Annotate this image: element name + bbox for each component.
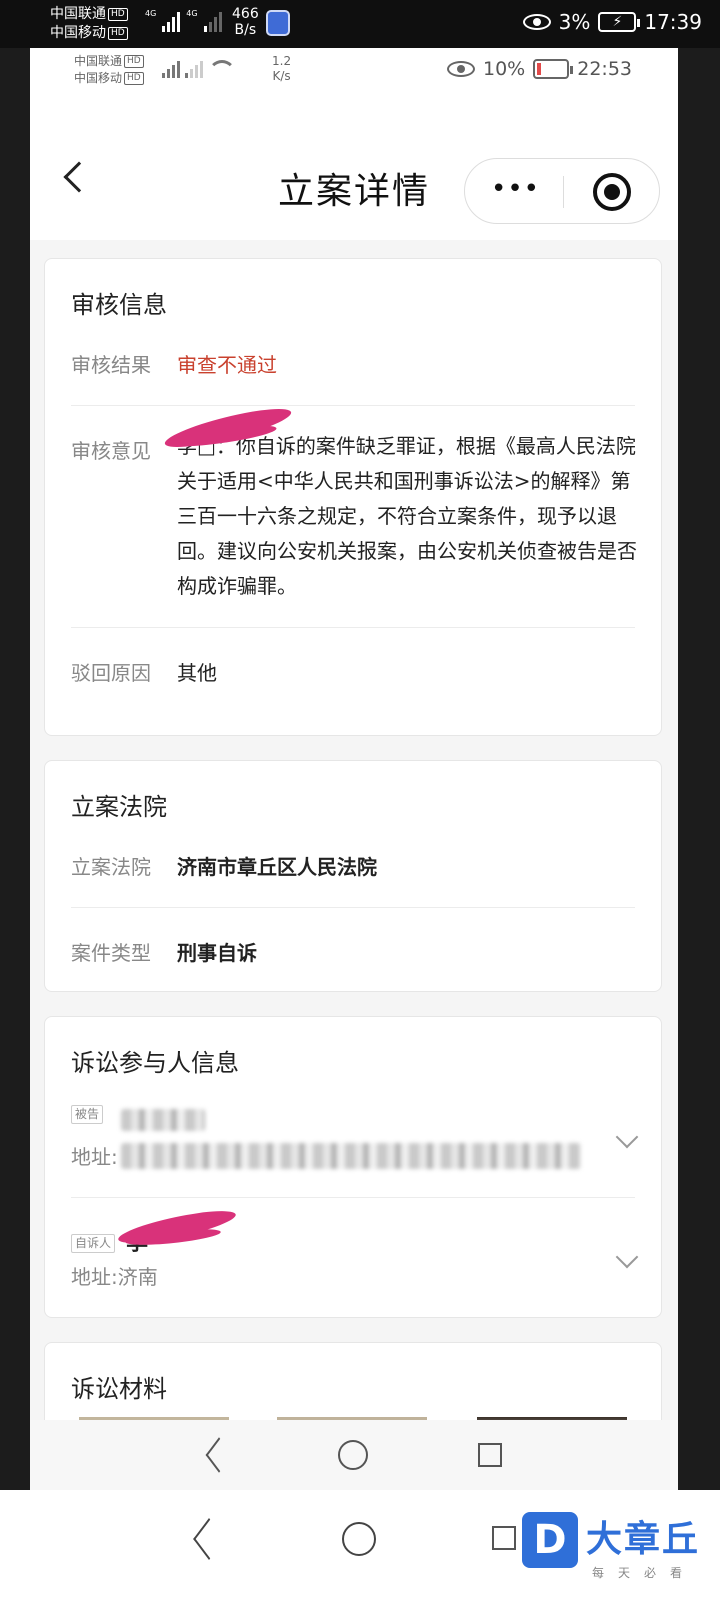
parties-card: 诉讼参与人信息 被告 地址: 自诉人 李 地址:济南	[44, 1016, 662, 1318]
signal-icon	[162, 56, 236, 78]
inner-system-nav	[30, 1420, 678, 1490]
divider	[71, 907, 635, 908]
defendant-row[interactable]: 被告	[71, 1105, 104, 1125]
recents-square-icon[interactable]	[478, 1443, 502, 1467]
net-speed-unit: B/s	[234, 22, 257, 38]
capsule-divider	[563, 176, 564, 208]
review-title: 审核信息	[71, 291, 167, 319]
mini-program-capsule: •••	[464, 158, 660, 224]
court-label: 立案法院	[71, 855, 151, 879]
net-speed-value: 1.2	[272, 54, 292, 68]
divider	[71, 1197, 635, 1198]
result-label: 审核结果	[71, 353, 151, 377]
court-title: 立案法院	[71, 793, 167, 821]
opinion-text: 李□：你自诉的案件缺乏罪证，根据《最高人民法院关于适用<中华人民共和国刑事诉讼法…	[177, 434, 637, 598]
divider	[71, 405, 635, 406]
divider	[71, 627, 635, 628]
plaintiff-tag: 自诉人	[71, 1234, 116, 1253]
eye-icon	[522, 14, 551, 30]
app-screen: 中国联通 HD 中国移动 HD 1.2 K/s 10% 22:53 立案详情 •••	[30, 48, 678, 1490]
shield-icon	[266, 10, 290, 36]
hd-badge: HD	[108, 8, 128, 21]
carrier-2: 中国移动	[50, 25, 106, 41]
recents-square-icon[interactable]	[492, 1526, 516, 1550]
eye-icon	[447, 61, 475, 77]
inner-status-bar: 中国联通 HD 中国移动 HD 1.2 K/s 10% 22:53	[30, 48, 678, 98]
court-card: 立案法院 立案法院 济南市章丘区人民法院 案件类型 刑事自诉	[44, 760, 662, 992]
address-label: 地址:	[71, 1145, 118, 1169]
home-circle-icon[interactable]	[342, 1522, 376, 1556]
net-speed-unit: K/s	[272, 69, 291, 83]
redacted-address	[121, 1143, 581, 1169]
carrier-2: 中国移动	[74, 71, 123, 85]
carrier-1: 中国联通	[74, 54, 123, 68]
plaintiff-address-value: 济南	[117, 1265, 158, 1289]
chevron-down-icon[interactable]	[615, 1125, 639, 1149]
opinion-label: 审核意见	[71, 439, 151, 463]
clock: 17:39	[644, 10, 702, 34]
close-target-icon[interactable]	[593, 173, 631, 211]
carrier-info: 中国联通 HD 中国移动 HD	[50, 5, 128, 43]
hd-badge: HD	[108, 27, 128, 40]
carrier-info: 中国联通 HD 中国移动 HD	[74, 53, 144, 87]
back-triangle-icon[interactable]	[205, 1437, 233, 1473]
logo-name: 大章丘	[586, 1519, 701, 1560]
court-value: 济南市章丘区人民法院	[177, 855, 377, 879]
case-type-label: 案件类型	[71, 941, 151, 965]
signal-icon: 4G 4G	[145, 10, 222, 32]
redacted-name	[121, 1109, 205, 1131]
battery-percent: 10%	[483, 58, 526, 80]
battery-low-icon	[533, 59, 574, 79]
chevron-down-icon[interactable]	[615, 1245, 639, 1269]
hd-badge: HD	[124, 55, 144, 68]
network-type: 4G	[145, 9, 157, 18]
battery-charging-icon: ⚡	[598, 12, 641, 32]
back-triangle-icon[interactable]	[193, 1518, 225, 1560]
address-label: 地址:	[71, 1265, 118, 1289]
watermark-logo: D 大章丘 每天必看	[516, 1506, 720, 1600]
review-card: 审核信息 审核结果 审查不通过 审核意见 李□：你自诉的案件缺乏罪证，根据《最高…	[44, 258, 662, 736]
status-bar: 中国联通 HD 中国移动 HD 4G 4G 466 B/s 3% ⚡ 17:39	[0, 0, 720, 48]
wifi-icon	[208, 60, 236, 78]
network-type: 4G	[186, 9, 198, 18]
case-type-value: 刑事自诉	[177, 941, 257, 965]
more-dots-icon[interactable]: •••	[491, 176, 539, 203]
clock: 22:53	[577, 58, 632, 80]
logo-slogan: 每天必看	[592, 1566, 697, 1580]
home-circle-icon[interactable]	[338, 1440, 368, 1470]
parties-title: 诉讼参与人信息	[71, 1049, 239, 1077]
nav-bar: 立案详情 •••	[30, 98, 678, 240]
reject-label: 驳回原因	[71, 661, 151, 685]
net-speed-value: 466	[232, 6, 259, 22]
battery-percent: 3%	[558, 10, 591, 34]
plaintiff-address: 地址:济南	[71, 1261, 158, 1290]
materials-title: 诉讼材料	[71, 1375, 167, 1403]
net-speed: 1.2 K/s	[272, 54, 291, 84]
carrier-1: 中国联通	[50, 6, 106, 22]
logo-icon: D	[522, 1512, 578, 1568]
net-speed: 466 B/s	[232, 6, 259, 38]
result-value: 审查不通过	[177, 353, 277, 377]
hd-badge: HD	[124, 72, 144, 85]
defendant-tag: 被告	[71, 1105, 104, 1124]
reject-value: 其他	[177, 661, 217, 685]
